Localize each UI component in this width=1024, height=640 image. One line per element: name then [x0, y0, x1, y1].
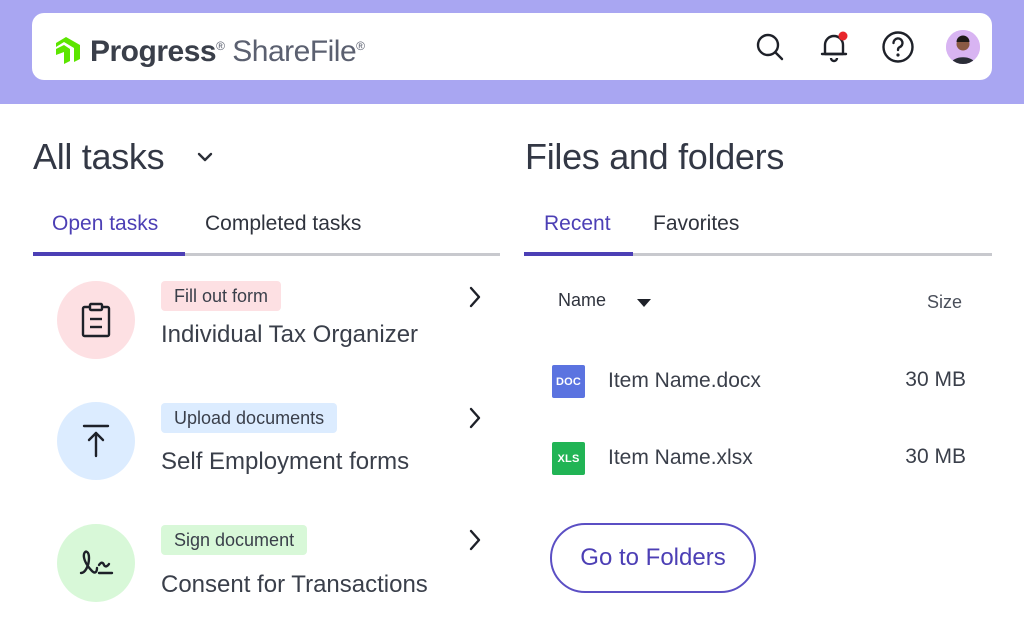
file-row[interactable]: XLS Item Name.xlsx 30 MB [552, 438, 966, 478]
go-to-folders-button[interactable]: Go to Folders [550, 523, 756, 593]
bell-icon[interactable] [816, 29, 852, 65]
tab-recent[interactable]: Recent [544, 211, 611, 237]
file-row[interactable]: DOC Item Name.docx 30 MB [552, 361, 966, 401]
recent-active-indicator [524, 252, 633, 256]
user-avatar[interactable] [946, 30, 980, 64]
notification-dot [838, 31, 848, 41]
task-name: Individual Tax Organizer [161, 321, 419, 348]
progress-logo-icon [56, 37, 80, 64]
header-bar: Progress® ShareFile® [32, 13, 992, 80]
upload-icon [57, 402, 135, 480]
tab-open-tasks[interactable]: Open tasks [52, 211, 158, 237]
tab-favorites[interactable]: Favorites [653, 211, 739, 237]
chevron-right-icon[interactable] [467, 528, 483, 552]
help-icon[interactable] [880, 29, 916, 65]
tab-completed-tasks[interactable]: Completed tasks [205, 211, 361, 237]
search-icon[interactable] [752, 29, 788, 65]
sort-down-icon[interactable] [636, 298, 652, 308]
xls-file-icon: XLS [552, 442, 585, 475]
files-and-folders-title: Files and folders [525, 136, 785, 177]
task-name: Self Employment forms [161, 448, 410, 475]
chevron-down-icon[interactable] [194, 148, 216, 166]
task-badge: Fill out form [161, 281, 282, 311]
file-size: 30 MB [905, 368, 966, 391]
logo-wordmark: Progress® ShareFile® [90, 35, 365, 68]
task-item-self-employment[interactable]: Upload documents Self Employment forms [33, 398, 499, 508]
column-header-name[interactable]: Name [558, 290, 606, 311]
logo-brand: Progress [90, 35, 217, 68]
all-tasks-title: All tasks [33, 136, 165, 177]
task-badge: Upload documents [161, 403, 338, 433]
clipboard-icon [57, 281, 135, 359]
file-size: 30 MB [905, 445, 966, 468]
signature-icon [57, 524, 135, 602]
task-item-consent[interactable]: Sign document Consent for Transactions [33, 520, 499, 630]
chevron-right-icon[interactable] [467, 285, 483, 309]
task-badge: Sign document [161, 525, 308, 555]
column-header-size[interactable]: Size [927, 292, 962, 313]
file-name: Item Name.docx [608, 369, 761, 392]
task-name: Consent for Transactions [161, 571, 428, 598]
open-tasks-active-indicator [33, 252, 185, 256]
progress-sharefile-logo[interactable]: Progress® ShareFile® [52, 29, 365, 69]
logo-product: ShareFile [232, 35, 357, 68]
chevron-right-icon[interactable] [467, 406, 483, 430]
doc-file-icon: DOC [552, 365, 585, 398]
file-name: Item Name.xlsx [608, 446, 753, 469]
task-item-tax-organizer[interactable]: Fill out form Individual Tax Organizer [33, 276, 499, 386]
